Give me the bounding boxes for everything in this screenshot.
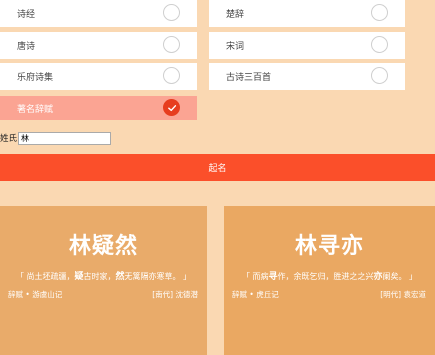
option-label: 诗经 (17, 10, 36, 20)
radio-circle-icon[interactable] (163, 36, 180, 53)
checkmark-icon[interactable] (163, 99, 180, 116)
radio-circle-icon[interactable] (163, 67, 180, 84)
radio-circle-icon[interactable] (163, 4, 180, 21)
result-author: [南代] 沈德潜 (152, 290, 198, 299)
highlight-char: 疑 (74, 272, 84, 282)
option-cifu-selected[interactable]: 著名辞赋 (0, 96, 197, 120)
radio-circle-icon[interactable] (371, 67, 388, 84)
highlight-char: 然 (115, 272, 125, 282)
result-card: 林寻亦 「 而病寻作，余既乞归，胜进之之兴亦阑矣。 」 辞赋 • 虎丘记 [明代… (224, 206, 435, 355)
radio-circle-icon[interactable] (371, 4, 388, 21)
highlight-char: 亦 (373, 272, 383, 282)
surname-input[interactable] (18, 131, 112, 145)
option-songci[interactable]: 宋词 (209, 32, 405, 59)
surname-label: 姓氏 (0, 134, 18, 144)
highlight-char: 寻 (268, 272, 278, 282)
option-chuci[interactable]: 楚辞 (209, 0, 405, 27)
option-tangshi[interactable]: 唐诗 (0, 32, 197, 59)
generate-button-label: 起名 (208, 164, 227, 174)
result-quote: 「 而病寻作，余既乞归，胜进之之兴亦阑矣。 」 (241, 272, 418, 282)
generate-button[interactable]: 起名 (0, 154, 435, 181)
result-name: 林疑然 (68, 234, 138, 259)
option-label: 乐府诗集 (17, 73, 54, 83)
result-author: [明代] 袁宏道 (380, 290, 426, 299)
option-label: 楚辞 (226, 10, 245, 20)
option-label: 古诗三百首 (226, 73, 272, 83)
result-card: 林疑然 「 尚土坯疏疆，疑古时家，然无篱隔亦寒草。 」 辞赋 • 游虞山记 [南… (0, 206, 207, 355)
result-name: 林寻亦 (294, 234, 364, 259)
result-quote: 「 尚土坯疏疆，疑古时家，然无篱隔亦寒草。 」 (15, 272, 192, 282)
option-gushi-300[interactable]: 古诗三百首 (209, 63, 405, 90)
surname-row: 姓氏 (0, 131, 112, 145)
option-label: 唐诗 (17, 42, 36, 52)
option-label: 宋词 (226, 42, 245, 52)
option-yuefu[interactable]: 乐府诗集 (0, 63, 197, 90)
option-label: 著名辞赋 (17, 104, 54, 115)
result-source: 辞赋 • 游虞山记 (8, 290, 63, 299)
result-source: 辞赋 • 虎丘记 (232, 290, 279, 299)
radio-circle-icon[interactable] (371, 36, 388, 53)
option-shijing[interactable]: 诗经 (0, 0, 197, 27)
